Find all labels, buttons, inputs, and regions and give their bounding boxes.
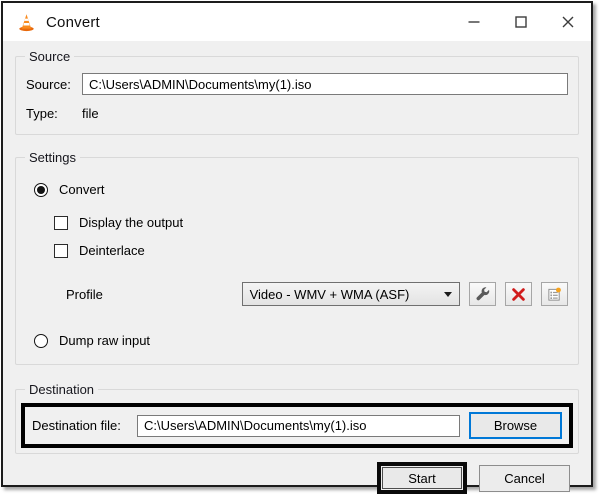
maximize-icon [514, 16, 527, 28]
red-x-icon [512, 287, 525, 301]
dump-raw-input-radio-row: Dump raw input [34, 333, 568, 348]
cancel-button[interactable]: Cancel [479, 464, 570, 492]
dump-raw-input-radio[interactable] [34, 333, 48, 348]
display-output-checkbox-row: Display the output [54, 215, 568, 230]
dialog-body: Source Source: Type: file Settings Conve… [3, 41, 591, 494]
source-path-input[interactable] [82, 73, 568, 95]
window-controls [450, 3, 591, 41]
destination-group-label: Destination [25, 382, 99, 397]
titlebar: Convert [3, 3, 591, 41]
profile-dropdown-value: Video - WMV + WMA (ASF) [249, 286, 410, 302]
wrench-icon [476, 286, 490, 300]
convert-radio-row: Convert [34, 182, 568, 197]
source-groupbox: Source Source: Type: file [15, 49, 579, 135]
maximize-button[interactable] [497, 3, 544, 41]
convert-radio[interactable] [34, 182, 48, 197]
profile-dropdown[interactable]: Video - WMV + WMA (ASF) [241, 282, 461, 306]
close-button[interactable] [544, 3, 591, 41]
delete-profile-button[interactable] [505, 282, 533, 306]
convert-radio-label: Convert [59, 182, 105, 197]
dump-raw-input-label: Dump raw input [59, 333, 151, 348]
action-buttons-row: Start Cancel [15, 462, 579, 494]
vlc-cone-icon [19, 13, 34, 31]
minimize-icon [468, 21, 479, 23]
convert-dialog-window: Convert Source Source: Type: file [1, 1, 593, 494]
source-type-row: Type: file [26, 106, 568, 121]
destination-file-label: Destination file: [32, 418, 121, 433]
new-profile-list-icon [548, 287, 561, 301]
browse-button[interactable]: Browse [469, 412, 562, 439]
new-profile-button[interactable] [541, 282, 568, 306]
annotation-highlight-start: Start [377, 462, 467, 494]
close-icon [562, 16, 573, 28]
minimize-button[interactable] [450, 3, 497, 41]
destination-path-input[interactable] [137, 414, 460, 437]
chevron-down-icon [444, 291, 453, 297]
window-title: Convert [46, 13, 100, 31]
settings-groupbox: Settings Convert Display the output Dein… [15, 150, 579, 365]
annotation-highlight-destination: Destination file: Browse [21, 403, 573, 448]
source-field-row: Source: [26, 73, 568, 95]
deinterlace-checkbox-row: Deinterlace [54, 243, 568, 258]
source-group-label: Source [25, 49, 75, 64]
deinterlace-label: Deinterlace [79, 243, 145, 258]
profile-row: Profile Video - WMV + WMA (ASF) [66, 282, 568, 306]
source-field-label: Source: [26, 76, 71, 92]
source-type-value: file [82, 106, 99, 121]
settings-group-label: Settings [25, 150, 80, 165]
edit-profile-button[interactable] [469, 282, 497, 306]
profile-label: Profile [66, 286, 103, 302]
display-output-checkbox[interactable] [54, 215, 68, 230]
start-button[interactable]: Start [382, 467, 462, 489]
destination-groupbox: Destination Destination file: Browse [15, 382, 579, 454]
display-output-label: Display the output [79, 215, 184, 230]
source-type-label: Type: [26, 106, 58, 121]
deinterlace-checkbox[interactable] [54, 243, 68, 258]
